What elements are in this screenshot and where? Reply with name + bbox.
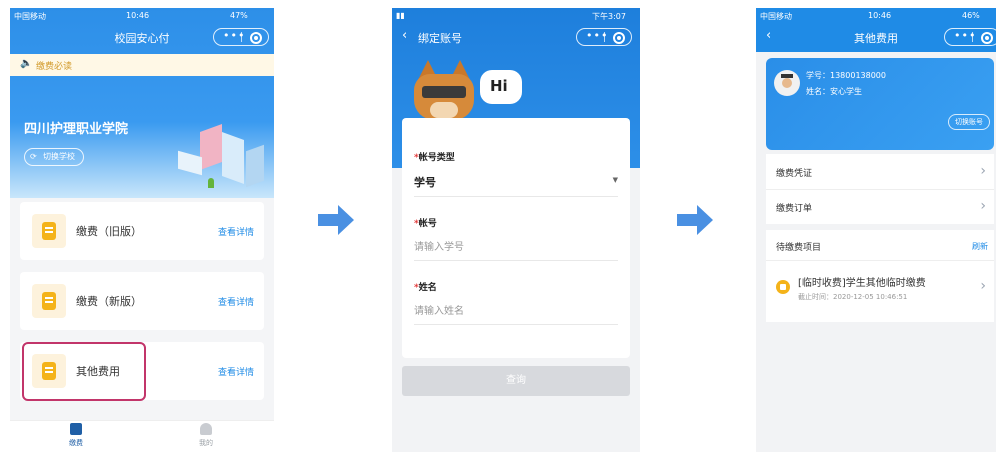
pending-item-deadline: 截止时间：2020-12-05 10:46:51 [798,293,908,301]
battery: 47% [230,11,248,20]
carrier: 中国移动 [14,12,46,21]
greeting-bubble: Hi [480,70,522,104]
clock: 10:46 [868,11,892,20]
tab-label: 我的 [199,439,213,447]
clock: 下午3:07 [592,12,626,21]
notice-bar[interactable]: 🔈 缴费必读 [10,54,274,76]
school-name: 四川护理职业学院 [24,122,129,137]
pending-item-title: [临时收费]学生其他临时缴费 [798,278,926,289]
nav-bar: 校园安心付 ••• [10,24,274,50]
flow-arrow-icon [677,205,713,235]
screen-bind-account: ▮▮ 下午3:07 ‹ 绑定账号 ••• Hi *帐号类型 学号 ▼ *帐号 请… [392,8,640,452]
status-bar: ▮▮ 下午3:07 [392,8,640,24]
status-bar: 中国移动 10:46 47% [10,8,274,24]
menu-item-orders[interactable]: 缴费订单 › [766,189,994,224]
mini-program-capsule[interactable]: ••• [576,28,632,46]
switch-icon: ⟳ [30,152,37,161]
menu-list: 缴费凭证 › 缴费订单 › [766,154,994,224]
chevron-down-icon[interactable]: ▼ [613,176,618,184]
label-text: 帐号类型 [418,153,455,163]
divider [414,196,618,197]
pending-section: 待缴费项目 刷新 [临时收费]学生其他临时缴费 截止时间：2020-12-05 … [766,230,994,322]
item-label: 缴费（旧版） [76,225,142,238]
view-details-link[interactable]: 查看详情 [218,365,254,378]
name-input[interactable]: 请输入姓名 [414,302,464,317]
switch-school-button[interactable]: ⟳ 切换学校 [24,148,84,166]
pending-header: 待缴费项目 刷新 [766,230,994,261]
divider [414,324,618,325]
item-label: 缴费（新版） [76,295,142,308]
carrier: 中国移动 [760,12,792,21]
mini-program-capsule[interactable]: ••• [944,28,996,46]
switch-school-label: 切换学校 [43,152,75,161]
wallet-icon [32,214,66,248]
more-icon[interactable]: ••• [586,29,608,43]
student-card: 学号：13800138000 姓名：安心学生 切换账号 [766,58,994,150]
more-icon[interactable]: ••• [954,29,976,43]
speaker-icon: 🔈 [20,58,33,69]
list-item-fee-old[interactable]: 缴费（旧版） 查看详情 [20,202,264,260]
label-text: 姓名 [418,283,437,293]
screen-home: 中国移动 10:46 47% 校园安心付 ••• 🔈 缴费必读 四川护理职业学院… [10,8,274,452]
status-bar: 中国移动 10:46 46% [756,8,996,24]
tab-bar: 缴费 我的 [10,420,274,452]
more-icon[interactable]: ••• [223,29,245,43]
pending-item[interactable]: [临时收费]学生其他临时缴费 截止时间：2020-12-05 10:46:51 … [766,260,994,316]
tab-mine[interactable]: 我的 [186,423,226,448]
battery: 46% [962,11,980,20]
pay-icon [70,423,82,435]
flow-arrow-icon [318,205,354,235]
list-item-fee-new[interactable]: 缴费（新版） 查看详情 [20,272,264,330]
mini-program-capsule[interactable]: ••• [213,28,269,46]
page-title: 绑定账号 [418,32,462,45]
field-label-account: *帐号 [414,216,437,229]
menu-label: 缴费订单 [776,204,813,214]
fee-icon [776,280,790,294]
nav-bar: ‹ 绑定账号 ••• [392,24,640,50]
close-target-icon[interactable] [250,32,262,44]
bind-form: *帐号类型 学号 ▼ *帐号 请输入学号 *姓名 请输入姓名 [402,118,630,358]
view-details-link[interactable]: 查看详情 [218,295,254,308]
student-name: 姓名：安心学生 [806,87,862,96]
clock: 10:46 [126,11,150,20]
nav-bar: ‹ 其他费用 ••• [756,24,996,50]
account-input[interactable]: 请输入学号 [414,238,464,253]
field-label-account-type: *帐号类型 [414,150,455,163]
query-button[interactable]: 查询 [402,366,630,396]
signal-icon: ▮▮ [396,11,405,20]
switch-account-button[interactable]: 切换账号 [948,114,990,130]
tab-pay[interactable]: 缴费 [56,423,96,448]
greeting-text: Hi [490,77,508,95]
tab-label: 缴费 [69,439,83,447]
wallet-icon [32,354,66,388]
chevron-right-icon: › [980,198,986,214]
menu-label: 缴费凭证 [776,169,813,179]
close-target-icon[interactable] [981,32,993,44]
menu-item-receipts[interactable]: 缴费凭证 › [766,154,994,190]
view-details-link[interactable]: 查看详情 [218,225,254,238]
chevron-right-icon: › [980,163,986,179]
back-icon[interactable]: ‹ [402,28,407,43]
student-id: 学号：13800138000 [806,71,886,80]
account-type-select[interactable]: 学号 [414,174,436,190]
mascot-fox-icon [414,60,474,126]
close-target-icon[interactable] [613,32,625,44]
list-item-other-fees[interactable]: 其他费用 查看详情 [20,342,264,401]
refresh-link[interactable]: 刷新 [972,241,988,252]
field-label-name: *姓名 [414,280,437,293]
campus-illustration [160,118,270,198]
label-text: 帐号 [418,219,437,229]
chevron-right-icon: › [980,278,986,294]
wallet-icon [32,284,66,318]
screen-other-fees: 中国移动 10:46 46% ‹ 其他费用 ••• 学号：13800138000… [756,8,996,452]
pending-title: 待缴费项目 [776,243,822,253]
avatar [774,70,800,96]
divider [414,260,618,261]
notice-text: 缴费必读 [36,62,73,72]
user-icon [200,423,212,435]
item-label: 其他费用 [76,365,120,378]
